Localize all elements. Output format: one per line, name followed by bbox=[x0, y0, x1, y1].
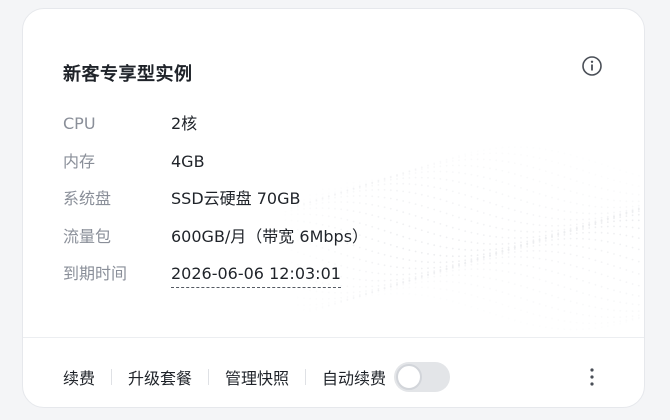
auto-renew-label: 自动续费 bbox=[322, 369, 387, 388]
renew-button[interactable]: 续费 bbox=[63, 365, 95, 389]
instance-card: 新客专享型实例 CPU 2核 内存 4GB 系统盘 SSD云硬盘 70GB 流量… bbox=[22, 8, 645, 408]
spec-label: 到期时间 bbox=[63, 264, 128, 283]
spec-value: 600GB/月（带宽 6Mbps） bbox=[171, 226, 369, 246]
upgrade-plan-button[interactable]: 升级套餐 bbox=[128, 365, 192, 389]
spec-label: 流量包 bbox=[63, 226, 112, 246]
toggle-knob bbox=[396, 364, 423, 390]
card-title: 新客专享型实例 bbox=[63, 64, 193, 85]
footer-divider bbox=[23, 337, 644, 338]
more-vertical-icon[interactable] bbox=[581, 365, 603, 389]
spec-value: 4GB bbox=[171, 151, 205, 171]
spec-value: 2核 bbox=[171, 114, 198, 133]
expiry-time-value[interactable]: 2026-06-06 12:03:01 bbox=[171, 263, 341, 288]
auto-renew-toggle[interactable] bbox=[394, 362, 451, 392]
info-icon[interactable] bbox=[581, 55, 603, 77]
manage-snapshots-button[interactable]: 管理快照 bbox=[225, 365, 289, 389]
action-separator bbox=[208, 369, 210, 385]
spec-value: SSD云硬盘 70GB bbox=[171, 189, 301, 208]
spec-label: 系统盘 bbox=[63, 189, 112, 208]
action-separator bbox=[111, 369, 113, 385]
spec-label: 内存 bbox=[63, 151, 96, 171]
card-actions: 续费 升级套餐 管理快照 自动续费 bbox=[63, 357, 451, 397]
spec-label: CPU bbox=[63, 114, 96, 133]
action-separator bbox=[305, 369, 307, 385]
